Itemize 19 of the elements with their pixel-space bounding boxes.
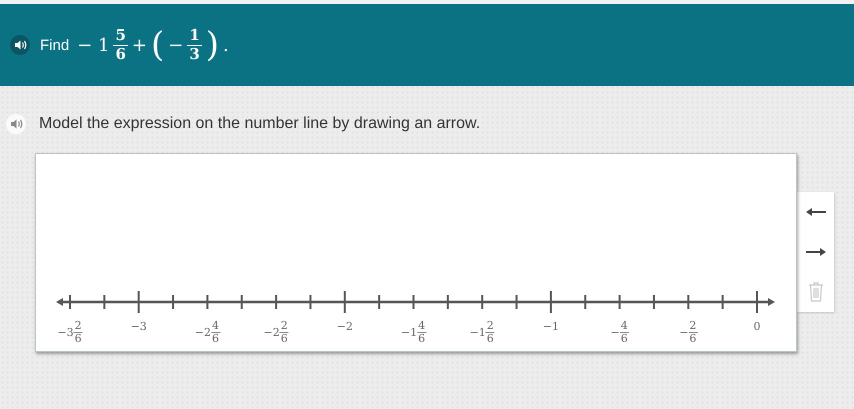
left-arrow-icon [806,208,826,216]
tick-label: −3 [130,320,147,333]
tick-label: −2 [336,320,353,333]
tick-label: 0 [754,320,760,333]
math-symbol: . [223,34,229,56]
math-symbol: − 1 [77,34,110,56]
parenthesis: ) [206,28,220,62]
math-symbol: + [132,34,147,56]
tick-label: −1 [542,320,559,333]
left-arrow-button[interactable] [797,192,834,232]
fraction: 5 6 [113,27,128,63]
fraction: 1 3 [187,27,202,63]
right-arrow-icon [806,248,826,256]
instruction-text: Model the expression on the number line by drawing an arrow. [39,115,480,133]
math-symbol: − [168,34,184,56]
question-label: Find [40,36,70,54]
parenthesis: ( [150,28,164,62]
speaker-icon[interactable] [10,35,30,55]
trash-icon [808,282,824,302]
